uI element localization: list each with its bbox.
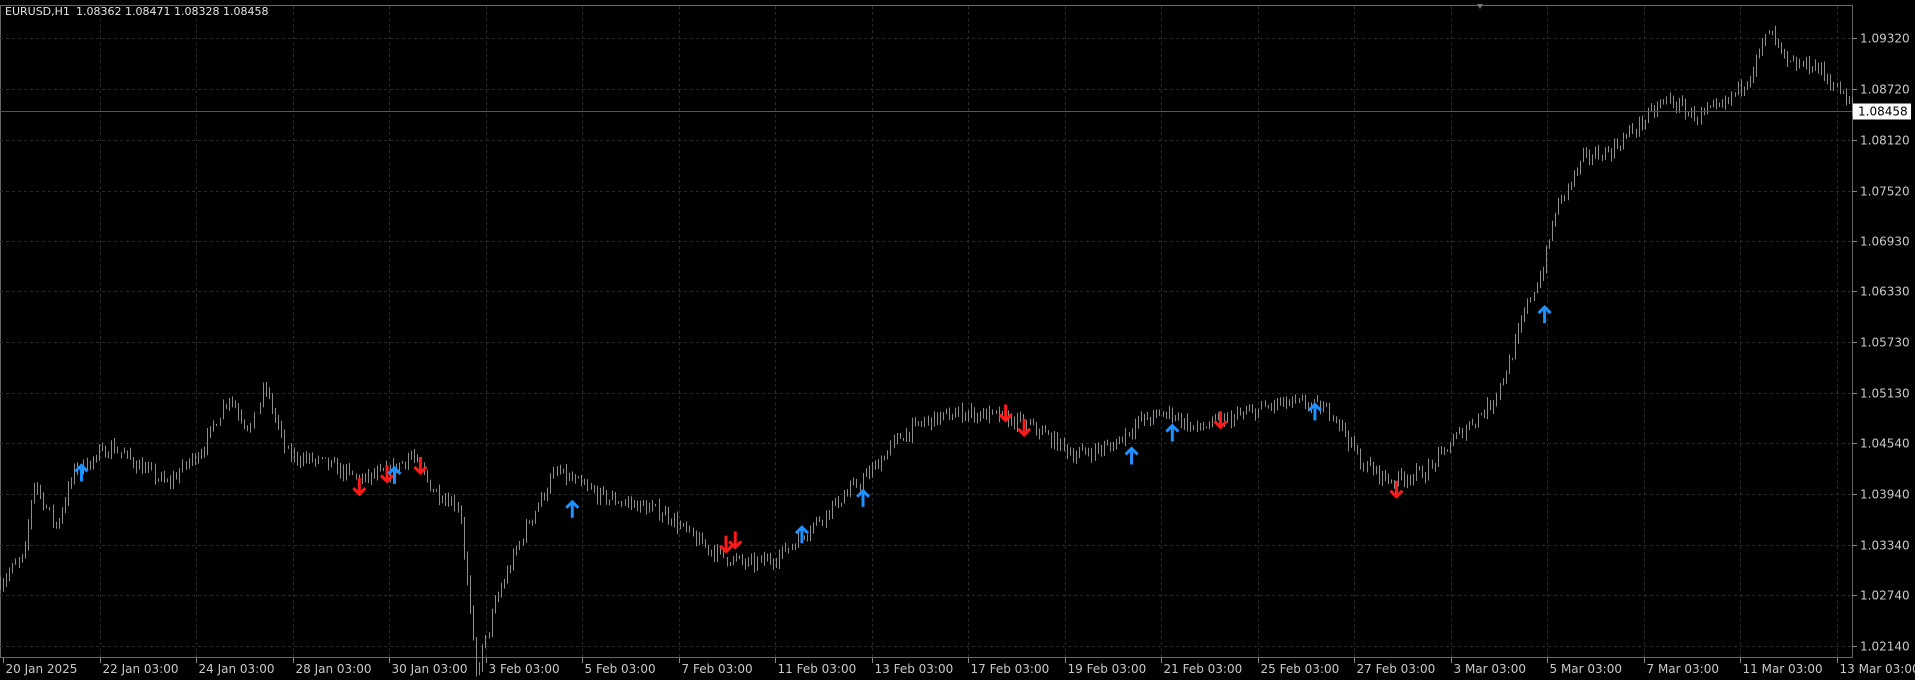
- sell-arrow-icon[interactable]: [1017, 418, 1032, 437]
- symbol-label: EURUSD,H1: [5, 5, 70, 18]
- y-tick-label: 1.06930: [1860, 235, 1910, 249]
- buy-arrow-icon[interactable]: [1165, 423, 1180, 442]
- buy-arrow-icon[interactable]: [565, 499, 580, 518]
- sell-arrow-icon[interactable]: [728, 531, 743, 550]
- buy-arrow-icon[interactable]: [855, 488, 871, 507]
- buy-arrow-icon[interactable]: [1124, 446, 1139, 465]
- x-tick-label: 24 Jan 03:00: [199, 662, 275, 676]
- buy-arrow-icon[interactable]: [1307, 402, 1322, 421]
- y-tick-label: 1.02140: [1860, 640, 1910, 654]
- y-tick-label: 1.08720: [1860, 83, 1910, 97]
- x-tick-label: 13 Mar 03:00: [1840, 662, 1915, 676]
- axes: 1.09320 1.08720 1.08120 1.07520 1.06930 1.063…: [3, 32, 1915, 676]
- x-tick-label: 25 Feb 03:00: [1261, 662, 1340, 676]
- y-tick-label: 1.05130: [1860, 387, 1910, 401]
- x-tick-label: 27 Feb 03:00: [1357, 662, 1436, 676]
- x-tick-label: 7 Feb 03:00: [682, 662, 753, 676]
- sell-arrow-icon[interactable]: [352, 478, 367, 497]
- plot-frame: [0, 5, 1853, 658]
- y-tick-label: 1.07520: [1860, 185, 1910, 199]
- x-tick-label: 7 Mar 03:00: [1647, 662, 1720, 676]
- signal-arrows: [74, 304, 1552, 554]
- chart-header: EURUSD,H1 1.08362 1.08471 1.08328 1.0845…: [5, 5, 268, 18]
- chart-shift-marker[interactable]: [1477, 4, 1483, 9]
- price-chart[interactable]: 1.09320 1.08720 1.08120 1.07520 1.06930 1.063…: [0, 0, 1915, 680]
- x-tick-label: 5 Mar 03:00: [1550, 662, 1623, 676]
- chart-canvas[interactable]: 1.09320 1.08720 1.08120 1.07520 1.06930 1.063…: [0, 0, 1915, 680]
- x-tick-label: 13 Feb 03:00: [875, 662, 954, 676]
- x-tick-label: 30 Jan 03:00: [392, 662, 468, 676]
- buy-arrow-icon[interactable]: [1537, 304, 1552, 324]
- y-tick-label: 1.02740: [1860, 589, 1910, 603]
- x-tick-label: 3 Mar 03:00: [1454, 662, 1527, 676]
- x-tick-label: 17 Feb 03:00: [971, 662, 1050, 676]
- y-tick-label: 1.06330: [1860, 285, 1910, 299]
- y-tick-label: 1.03940: [1860, 488, 1910, 502]
- y-tick-label: 1.04540: [1860, 437, 1910, 451]
- buy-arrow-icon[interactable]: [794, 525, 809, 544]
- y-tick-label: 1.05730: [1860, 336, 1910, 350]
- ohlc-label: 1.08362 1.08471 1.08328 1.08458: [76, 5, 268, 18]
- x-tick-label: 28 Jan 03:00: [296, 662, 372, 676]
- x-tick-label: 3 Feb 03:00: [489, 662, 560, 676]
- x-tick-label: 19 Feb 03:00: [1068, 662, 1147, 676]
- current-price-label: 1.08458: [1858, 105, 1908, 119]
- current-price-tag: 1.08458: [1853, 103, 1911, 120]
- sell-arrow-icon[interactable]: [998, 404, 1013, 423]
- grid-lines: [0, 5, 1853, 658]
- x-tick-label: 21 Feb 03:00: [1164, 662, 1243, 676]
- y-tick-label: 1.08120: [1860, 134, 1910, 148]
- sell-arrow-icon[interactable]: [380, 465, 395, 484]
- sell-arrow-icon[interactable]: [1389, 480, 1404, 499]
- x-tick-label: 11 Mar 03:00: [1743, 662, 1823, 676]
- candles: [0, 25, 1853, 677]
- y-tick-label: 1.09320: [1860, 32, 1910, 46]
- x-tick-label: 5 Feb 03:00: [585, 662, 656, 676]
- x-tick-label: 11 Feb 03:00: [778, 662, 857, 676]
- y-tick-label: 1.03340: [1860, 539, 1910, 553]
- x-tick-label: 20 Jan 2025: [6, 662, 78, 676]
- x-tick-label: 22 Jan 03:00: [103, 662, 179, 676]
